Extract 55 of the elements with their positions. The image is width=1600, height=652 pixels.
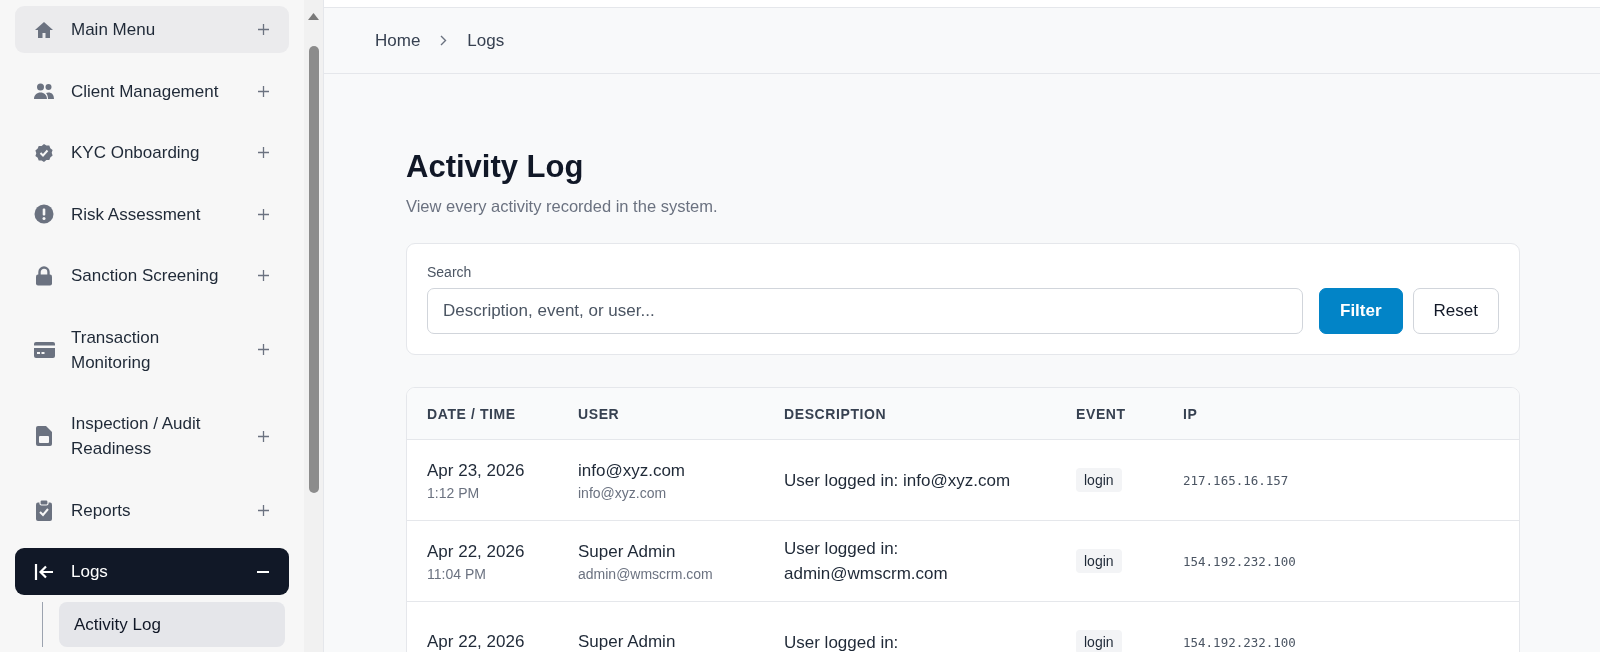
event-tag: login: [1076, 468, 1122, 492]
search-label: Search: [427, 264, 473, 280]
column-header: IP: [1183, 405, 1199, 422]
document-icon: [36, 426, 52, 446]
alert-icon: [34, 204, 54, 224]
ip-address: 154.192.232.100: [1183, 635, 1296, 650]
column-header: EVENT: [1076, 405, 1127, 422]
scrollbar-thumb[interactable]: [309, 46, 319, 493]
time-text: 1:12 PM: [427, 485, 481, 501]
description-text: User logged in: info@xyz.com: [784, 469, 1012, 492]
clipboard-check-icon: [36, 499, 52, 521]
sidebar-item[interactable]: Transaction Monitoring: [15, 313, 289, 386]
sidebar-item[interactable]: Main Menu: [15, 6, 289, 53]
check-badge-icon: [34, 142, 54, 163]
page-subtitle: View every activity recorded in the system.: [406, 197, 719, 216]
arrow-to-line-icon: [34, 562, 54, 581]
user-name: Super Admin: [578, 541, 677, 563]
column-header: DATE / TIME: [427, 405, 517, 422]
sidebar-item[interactable]: Reports: [15, 486, 289, 534]
date-text: Apr 22, 2026: [427, 541, 526, 563]
home-icon: [34, 19, 54, 40]
sidebar-item[interactable]: Risk Assessment: [15, 190, 289, 238]
user-email: admin@wmscrm.com: [578, 566, 714, 582]
reset-button[interactable]: Reset: [1412, 288, 1499, 334]
page-title: Activity Log: [406, 148, 585, 186]
ip-address: 217.165.16.157: [1183, 473, 1289, 488]
sidebar-item[interactable]: Client Management: [15, 67, 289, 115]
description-text: User logged in: admin@wmscrm.com: [784, 538, 949, 585]
description-text: User logged in:: [784, 631, 900, 652]
event-tag: login: [1076, 549, 1122, 573]
users-icon: [33, 82, 55, 100]
column-header: DESCRIPTION: [784, 405, 888, 422]
ip-address: 154.192.232.100: [1183, 554, 1296, 569]
scroll-up-arrow-icon[interactable]: [308, 13, 319, 20]
sidebar-item[interactable]: Inspection / Audit Readiness: [15, 400, 289, 472]
breadcrumb-link[interactable]: Logs: [467, 30, 505, 51]
breadcrumb-link[interactable]: Home: [375, 30, 421, 51]
user-name: info@xyz.com: [578, 460, 686, 482]
chevron-right-icon: [440, 35, 448, 46]
column-header: USER: [578, 405, 621, 422]
sidebar-subitem[interactable]: Activity Log: [59, 602, 285, 647]
user-name: Super Admin: [578, 631, 677, 652]
lock-icon: [35, 265, 53, 286]
credit-card-icon: [33, 341, 55, 358]
time-text: 11:04 PM: [427, 566, 487, 582]
sidebar-item[interactable]: KYC Onboarding: [15, 129, 289, 176]
event-tag: login: [1076, 630, 1122, 652]
date-text: Apr 22, 2026: [427, 631, 526, 652]
sidebar-item[interactable]: Logs: [15, 548, 289, 595]
search-field[interactable]: Description, event, or user...: [427, 288, 1303, 334]
date-text: Apr 23, 2026: [427, 460, 526, 482]
user-email: info@xyz.com: [578, 485, 668, 501]
filter-button[interactable]: Filter: [1319, 288, 1403, 334]
scrollbar[interactable]: [304, 0, 323, 652]
sidebar-item[interactable]: Sanction Screening: [15, 252, 289, 299]
